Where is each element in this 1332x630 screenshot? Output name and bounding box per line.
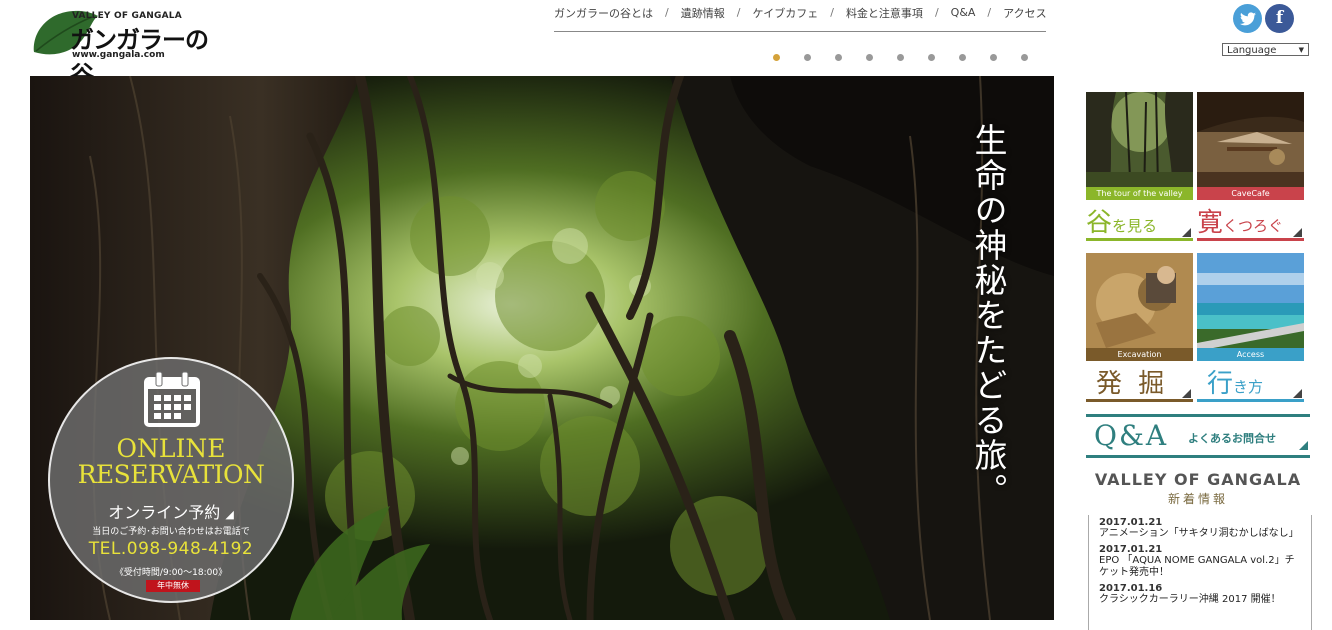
- tile-jp-big: 発 掘: [1096, 369, 1169, 399]
- tile-jp-big: 谷: [1086, 208, 1113, 238]
- faq-link[interactable]: Q&A よくあるお問合せ: [1086, 414, 1310, 458]
- tile-caption: CaveCafe: [1197, 187, 1304, 200]
- news-list: 2017.01.21 アニメーション「サキタリ洞むかしばなし」 2017.01.21…: [1088, 515, 1312, 630]
- slider-dot[interactable]: [835, 54, 842, 61]
- nav-separator: /: [736, 6, 741, 19]
- news-item[interactable]: 2017.01.16 クラシックカーラリー沖縄 2017 開催！: [1089, 581, 1311, 608]
- nav-link[interactable]: ケイブカフェ: [752, 5, 818, 21]
- nav-item: / 料金と注意事項: [818, 5, 923, 21]
- main-nav: ガンガラーの谷とは / 遺跡情報 / ケイブカフェ / 料金と注意事項 / Q&A / アクセス: [554, 0, 1047, 32]
- nav-item: / 遺跡情報: [653, 5, 725, 21]
- faq-title: Q&A: [1094, 419, 1169, 452]
- slider-dot[interactable]: [990, 54, 997, 61]
- tile-jp-rest: くつろぐ: [1223, 217, 1284, 235]
- open-all-year-badge: 年中無休: [146, 580, 200, 592]
- tile-jp-title: 寛くつろぐ: [1197, 202, 1304, 238]
- arrow-corner-icon: [1293, 389, 1302, 398]
- facebook-glyph: f: [1275, 8, 1284, 28]
- tile-jp-big: 行: [1207, 369, 1234, 399]
- tile-underline: [1197, 399, 1304, 402]
- tile-jp-rest: き方: [1233, 378, 1264, 396]
- news-date: 2017.01.21: [1099, 544, 1163, 555]
- tile-jp-title: 谷を見る: [1086, 202, 1193, 238]
- tile-caption: The tour of the valley: [1086, 187, 1193, 200]
- facebook-icon[interactable]: f: [1265, 4, 1294, 33]
- language-select[interactable]: Language ▼: [1222, 43, 1309, 56]
- news-title: EPO 「AQUA NOME GANGALA vol.2」チケット発売中！: [1099, 555, 1295, 578]
- online-reservation-button[interactable]: ONLINE RESERVATION オンライン予約 ◢ 当日のご予約･お問い合…: [48, 357, 294, 603]
- news-title: クラシックカーラリー沖縄 2017 開催！: [1099, 594, 1281, 605]
- tile-jp-rest: を見る: [1112, 217, 1158, 235]
- reservation-phone-note: 当日のご予約･お問い合わせはお電話で: [92, 527, 250, 537]
- news-item[interactable]: 2017.01.21 EPO 「AQUA NOME GANGALA vol.2」チ…: [1089, 542, 1311, 581]
- arrow-corner-icon: [1182, 228, 1191, 237]
- nav-item: / ケイブカフェ: [725, 5, 819, 21]
- reservation-phone[interactable]: TEL.098-948-4192: [50, 539, 292, 559]
- news-heading-jp: 新着情報: [1167, 492, 1228, 506]
- nav-separator: /: [987, 6, 992, 19]
- site-logo[interactable]: VALLEY OF GANGALA ガンガラーの谷 www.gangala.co…: [30, 6, 210, 89]
- nav-link[interactable]: 遺跡情報: [681, 5, 725, 21]
- news-heading-en: VALLEY OF GANGALA: [1094, 470, 1302, 489]
- tile-jp-title: 行き方: [1197, 363, 1304, 399]
- dropdown-arrow-icon: ▼: [1298, 46, 1304, 54]
- tile-underline: [1197, 238, 1304, 241]
- news-heading: VALLEY OF GANGALA 新着情報: [1086, 470, 1310, 507]
- access-photo: [1197, 253, 1304, 361]
- news-date: 2017.01.16: [1099, 583, 1163, 594]
- nav-link[interactable]: アクセス: [1003, 5, 1046, 21]
- slider-dot[interactable]: [1021, 54, 1028, 61]
- slider-dot[interactable]: [804, 54, 811, 61]
- nav-item: / アクセス: [975, 5, 1046, 21]
- slider-dot[interactable]: [928, 54, 935, 61]
- news-title: アニメーション「サキタリ洞むかしばなし」: [1099, 528, 1299, 539]
- slider-dot[interactable]: [959, 54, 966, 61]
- reservation-title-line2: RESERVATION: [77, 460, 265, 489]
- slider-dot[interactable]: [897, 54, 904, 61]
- reservation-jp-text: オンライン予約: [108, 503, 221, 522]
- valley-photo: [1086, 92, 1193, 200]
- reservation-title-line1: ONLINE: [116, 434, 226, 463]
- tile-caption: Access: [1197, 348, 1304, 361]
- nav-link[interactable]: 料金と注意事項: [846, 5, 923, 21]
- nav-separator: /: [665, 6, 669, 19]
- slider-dot[interactable]: [866, 54, 873, 61]
- faq-subtitle: よくあるお問合せ: [1188, 432, 1276, 445]
- arrow-corner-icon: [1182, 389, 1191, 398]
- hero-tagline: 生命の神秘をたどる旅。: [969, 123, 1008, 508]
- tile-underline: [1086, 238, 1193, 241]
- news-item[interactable]: 2017.01.21 アニメーション「サキタリ洞むかしばなし」: [1089, 515, 1311, 542]
- arrow-corner-icon: [1299, 441, 1308, 450]
- cave-cafe-photo: [1197, 92, 1304, 200]
- hero-slide: 生命の神秘をたどる旅。 ONLINE RESERVATION オンライン予約 ◢…: [30, 76, 1054, 620]
- tile-jp-big: 寛: [1197, 208, 1224, 238]
- news-date: 2017.01.21: [1099, 517, 1163, 528]
- calendar-icon: [144, 371, 200, 427]
- nav-link[interactable]: ガンガラーの谷とは: [554, 5, 653, 21]
- language-selected: Language: [1227, 45, 1277, 56]
- excavation-photo: [1086, 253, 1193, 361]
- reservation-hours: 《受付時間/9:00〜18:00》: [114, 568, 228, 578]
- reservation-jp-label: オンライン予約 ◢: [50, 499, 292, 523]
- tile-jp-title: 発 掘: [1086, 363, 1193, 399]
- tile-underline: [1086, 399, 1193, 402]
- nav-link[interactable]: Q&A: [951, 6, 976, 19]
- nav-item: ガンガラーの谷とは: [554, 5, 653, 21]
- nav-separator: /: [830, 6, 834, 19]
- slider-dots: [773, 54, 1052, 61]
- arrow-corner-icon: ◢: [225, 508, 234, 521]
- twitter-icon[interactable]: [1233, 4, 1262, 33]
- nav-item: / Q&A: [923, 6, 975, 19]
- logo-url: www.gangala.com: [72, 50, 165, 60]
- arrow-corner-icon: [1293, 228, 1302, 237]
- slider-dot[interactable]: [773, 54, 780, 61]
- tile-caption: Excavation: [1086, 348, 1193, 361]
- nav-separator: /: [934, 6, 939, 19]
